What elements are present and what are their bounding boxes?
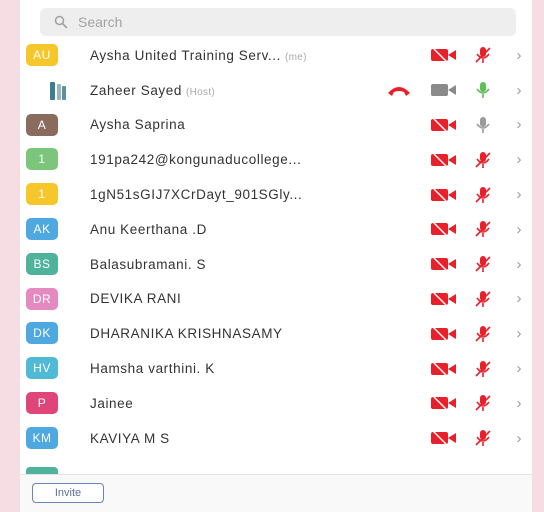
search-input[interactable]	[76, 13, 480, 31]
participant-row[interactable]: A Aysha Saprina ›	[20, 108, 532, 143]
avatar: DK	[26, 322, 58, 345]
chevron-right-icon[interactable]: ›	[512, 359, 526, 379]
avatar	[48, 80, 70, 102]
participant-name: Balasubramani. S	[90, 257, 206, 272]
microphone-muted-icon[interactable]	[472, 149, 494, 171]
participant-row[interactable]: AU Aysha United Training Serv... (me) ›	[20, 38, 532, 73]
microphone-muted-icon[interactable]	[472, 288, 494, 310]
participant-name-text: Zaheer Sayed	[90, 82, 183, 98]
participant-name: Zaheer Sayed (Host)	[90, 83, 215, 98]
participant-row[interactable]: BS Balasubramani. S ›	[20, 247, 532, 282]
participant-row[interactable]: 1 1gN51sGIJ7XCrDayt_901SGly... ›	[20, 177, 532, 212]
avatar: KM	[26, 426, 58, 449]
participant-row[interactable]: P Jainee ›	[20, 386, 532, 421]
microphone-muted-icon[interactable]	[472, 218, 494, 240]
participant-row[interactable]: KM KAVIYA M S ›	[20, 421, 532, 456]
video-off-icon[interactable]	[430, 325, 458, 343]
participant-name-text: Balasubramani. S	[90, 256, 207, 272]
participant-name: 191pa242@kongunaducollege...	[90, 152, 301, 167]
chevron-right-icon[interactable]: ›	[512, 289, 526, 309]
avatar: 1	[26, 148, 58, 171]
avatar: AU	[26, 44, 58, 66]
participant-name-text: KAVIYA M S	[90, 430, 170, 446]
participant-name: DHARANIKA KRISHNASAMY	[90, 326, 283, 341]
participant-name-text: 1gN51sGIJ7XCrDayt_901SGly...	[90, 187, 303, 203]
avatar: DR	[26, 287, 58, 310]
avatar: HV	[26, 357, 58, 380]
participant-name: Aysha United Training Serv... (me)	[90, 48, 307, 63]
participant-name-text: DEVIKA RANI	[90, 291, 182, 307]
avatar: 1	[26, 183, 58, 206]
microphone-muted-icon[interactable]	[472, 427, 494, 449]
chevron-right-icon[interactable]: ›	[512, 324, 526, 344]
video-off-icon[interactable]	[430, 186, 458, 204]
participant-name-text: Aysha United Training Serv...	[90, 47, 281, 63]
microphone-muted-icon[interactable]	[472, 392, 494, 414]
invite-button[interactable]: Invite	[32, 483, 104, 503]
participant-name-text: 191pa242@kongunaducollege...	[90, 152, 302, 168]
participant-name: Jainee	[90, 396, 133, 411]
microphone-muted-icon[interactable]	[472, 184, 494, 206]
chevron-right-icon[interactable]: ›	[512, 115, 526, 135]
avatar: P	[26, 391, 58, 414]
participant-name: KAVIYA M S	[90, 431, 170, 446]
participant-row[interactable]: 1 191pa242@kongunaducollege... ›	[20, 142, 532, 177]
video-off-icon[interactable]	[430, 116, 458, 134]
search-bar[interactable]	[40, 8, 516, 36]
participant-row[interactable]: HV Hamsha varthini. K ›	[20, 351, 532, 386]
chevron-right-icon[interactable]: ›	[512, 150, 526, 170]
participant-row[interactable]: DK DHARANIKA KRISHNASAMY ›	[20, 316, 532, 351]
participant-name-text: DHARANIKA KRISHNASAMY	[90, 326, 283, 342]
chevron-right-icon[interactable]: ›	[512, 428, 526, 448]
footer-bar: Invite	[20, 474, 532, 512]
participant-name: Hamsha varthini. K	[90, 361, 215, 376]
avatar: A	[26, 113, 58, 136]
participant-list: AU Aysha United Training Serv... (me) › Zahe…	[20, 38, 532, 456]
video-off-icon[interactable]	[430, 290, 458, 308]
participant-row[interactable]: Zaheer Sayed (Host) ›	[20, 73, 532, 108]
participant-name-text: Hamsha varthini. K	[90, 361, 215, 377]
video-off-icon[interactable]	[430, 220, 458, 238]
phone-hangup-icon	[384, 81, 414, 99]
video-off-icon[interactable]	[430, 151, 458, 169]
chevron-right-icon[interactable]: ›	[512, 80, 526, 100]
video-off-icon[interactable]	[430, 255, 458, 273]
chevron-right-icon[interactable]: ›	[512, 219, 526, 239]
microphone-icon[interactable]	[472, 79, 494, 101]
participant-name: DEVIKA RANI	[90, 291, 181, 306]
participant-name-text: Jainee	[90, 395, 134, 411]
participants-panel: AUAysha United Training Serv...(me)›Zahe…	[20, 0, 532, 512]
avatar: AK	[26, 217, 58, 240]
avatar: BS	[26, 252, 58, 275]
participant-role-tag: (Host)	[186, 86, 216, 98]
participant-row[interactable]: DR DEVIKA RANI ›	[20, 282, 532, 317]
video-off-icon[interactable]	[430, 46, 458, 64]
participant-name-text: Aysha Saprina	[90, 117, 186, 133]
participant-role-tag: (me)	[285, 51, 307, 63]
search-icon	[54, 15, 68, 29]
participant-name: Anu Keerthana .D	[90, 222, 207, 237]
chevron-right-icon[interactable]: ›	[512, 254, 526, 274]
chevron-right-icon[interactable]: ›	[512, 393, 526, 413]
participant-name-text: Anu Keerthana .D	[90, 221, 207, 237]
video-off-icon[interactable]	[430, 429, 458, 447]
microphone-muted-icon[interactable]	[472, 358, 494, 380]
chevron-right-icon[interactable]: ›	[512, 45, 526, 65]
video-off-icon[interactable]	[430, 394, 458, 412]
chevron-right-icon[interactable]: ›	[512, 185, 526, 205]
participant-row[interactable]: AK Anu Keerthana .D ›	[20, 212, 532, 247]
participant-name: Aysha Saprina	[90, 117, 185, 132]
microphone-muted-icon[interactable]	[472, 253, 494, 275]
participant-name: 1gN51sGIJ7XCrDayt_901SGly...	[90, 187, 302, 202]
microphone-icon[interactable]	[472, 114, 494, 136]
video-off-icon[interactable]	[430, 360, 458, 378]
video-camera-icon[interactable]	[430, 81, 458, 99]
microphone-muted-icon[interactable]	[472, 323, 494, 345]
microphone-muted-icon[interactable]	[472, 44, 494, 66]
